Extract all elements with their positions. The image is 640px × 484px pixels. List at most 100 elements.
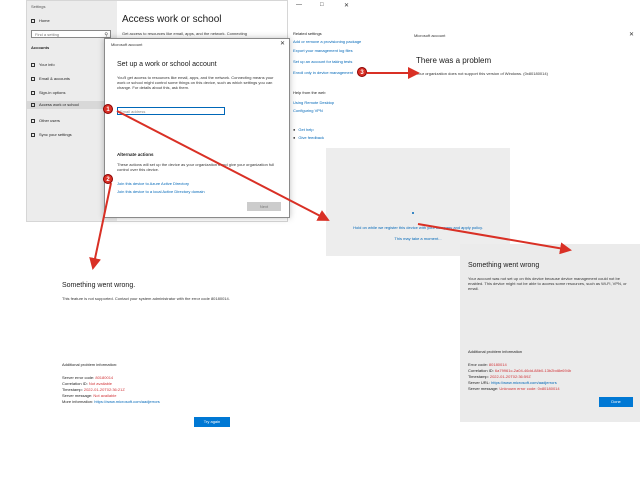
done-button[interactable]: Done [599,397,633,407]
server-url-link[interactable]: https://www.microsoft.com/aadjerrors [491,380,557,385]
join-azure-ad-link[interactable]: Join this device to Azure Active Directo… [117,181,189,186]
error-left-row: Timestamp: 2022-01-20T02:36:21Z [62,387,125,392]
sidebar-item-label: Sign-in options [39,90,66,95]
dialog-description: You'll get access to resources like emai… [117,75,274,90]
error-right-row: Correlation ID: 6a79961c-2a04-46dd-88b0-… [468,368,571,373]
row-value: 2022-01-20T02:36:21Z [83,387,125,392]
problem-window: Microsoft account ✕ There was a problem … [408,30,640,142]
sidebar-item-sign-in[interactable]: Sign-in options [31,90,65,95]
problem-close-icon[interactable]: ✕ [629,31,634,38]
related-settings-heading: Related settings [293,31,322,36]
sidebar-item-label: Your info [39,62,55,67]
error-right-window: Something went wrong Your account was no… [460,244,640,422]
error-left-row: Correlation ID: Not available [62,381,112,386]
sidebar-item-email[interactable]: Email & accounts [31,76,70,81]
maximize-icon[interactable]: □ [320,2,324,8]
feedback-label: Give feedback [298,135,324,140]
error-left-description: This feature is not supported. Contact y… [62,296,230,301]
settings-window-title: Settings [31,4,46,9]
mail-icon [31,76,35,81]
people-icon [31,118,35,123]
error-left-row: Server message: Not available [62,393,116,398]
row-label: Server error code: [62,375,96,380]
callout-badge-2: 2 [103,174,113,184]
error-right-row: Server message: Unknown error code: 0x80… [468,386,560,391]
row-value: 80180014 [95,375,114,380]
get-help-link[interactable]: ● Get help [293,127,314,132]
link-vpn[interactable]: Configuring VPN [293,108,323,113]
key-icon [31,90,35,95]
work-school-dialog: Microsoft account ✕ Set up a work or sch… [104,38,290,218]
error-right-row: Timestamp: 2022-01-20T02:36:59Z [468,374,531,379]
row-value: Not available [93,393,117,398]
error-right-row: Server URL: https://www.microsoft.com/aa… [468,380,557,385]
minimize-icon[interactable]: — [296,2,302,8]
registering-window: Hold on while we register this device wi… [326,148,510,256]
search-placeholder: Find a setting [35,32,60,37]
dialog-heading: Set up a work or school account [117,61,217,68]
next-button[interactable]: Next [247,202,281,211]
row-label: Server message: [468,386,500,391]
row-label: Error code: [468,362,489,367]
dialog-close-icon[interactable]: ✕ [280,40,285,47]
callout-badge-3: 3 [357,67,367,77]
feedback-icon: ● [293,135,296,140]
registering-message: Hold on while we register this device wi… [353,225,483,230]
sidebar-section-accounts: Accounts [31,45,50,50]
sidebar-item-sync[interactable]: Sync your settings [31,132,72,137]
help-heading: Help from the web [293,90,326,95]
sidebar-item-label: Home [39,18,50,23]
sidebar-item-label: Sync your settings [39,132,72,137]
join-local-ad-link[interactable]: Join this device to a local Active Direc… [117,189,205,194]
error-right-description: Your account was not set up on this devi… [468,276,627,291]
link-remote-desktop[interactable]: Using Remote Desktop [293,100,334,105]
problem-heading: There was a problem [416,56,492,65]
help-icon: ● [293,127,296,132]
get-help-label: Get help [298,127,314,132]
row-value: 6a79961c-2a04-46dd-88b0-13b2bd8e694b [494,368,572,373]
sidebar-item-label: Access work or school [39,102,79,107]
error-right-title: Something went wrong [468,262,540,269]
row-label: Server URL: [468,380,492,385]
feedback-link[interactable]: ● Give feedback [293,135,324,140]
page-title: Access work or school [122,14,222,25]
email-input[interactable]: Email address [117,107,225,115]
error-left-title: Something went wrong. [62,282,136,289]
callout-badge-1: 1 [103,104,113,114]
row-label: Correlation ID: [62,381,89,386]
error-left-row: More information: https://www.microsoft.… [62,399,160,404]
more-info-link[interactable]: https://www.microsoft.com/aadjerrors [94,399,160,404]
error-right-info-title: Additional problem information [468,349,523,354]
error-left-info-title: Additional problem information: [62,362,118,367]
sidebar-item-label: Other users [39,118,60,123]
sidebar-item-other-users[interactable]: Other users [31,118,60,123]
row-label: Correlation ID: [468,368,495,373]
row-label: Server message: [62,393,94,398]
error-left-row: Server error code: 80180014 [62,375,113,380]
row-label: Timestamp: [468,374,490,379]
error-right-row: Error code: 80180014 [468,362,507,367]
try-again-button[interactable]: Try again [194,417,230,427]
link-test-account[interactable]: Set up an account for taking tests [293,59,352,64]
registering-wait-text: This may take a moment... [394,236,442,241]
close-icon[interactable]: ✕ [344,2,349,9]
sidebar-item-your-info[interactable]: Your info [31,62,55,67]
row-value: Not available [88,381,113,386]
link-export-logs[interactable]: Export your management log files [293,48,353,53]
composite-screenshot: Settings Home Find a setting ⚲ Accounts Y… [0,0,640,484]
row-value: 2022-01-20T02:36:59Z [489,374,531,379]
problem-window-title: Microsoft account [414,33,446,38]
briefcase-icon [31,102,35,107]
progress-spinner-icon [412,212,414,214]
sync-icon [31,132,35,137]
link-provisioning-package[interactable]: Add or remove a provisioning package [293,39,361,44]
settings-search-input[interactable]: Find a setting ⚲ [31,30,111,38]
row-value: 80180014 [488,362,507,367]
problem-message: Your organization does not support this … [416,71,548,76]
sidebar-item-home[interactable]: Home [31,18,50,23]
dialog-title: Microsoft account [111,42,143,47]
row-value: Unknown error code: 0x80180014 [499,386,560,391]
alternate-actions-title: Alternate actions [117,152,154,157]
row-label: More information: [62,399,95,404]
link-enroll-device-management[interactable]: Enroll only in device management [293,70,353,75]
